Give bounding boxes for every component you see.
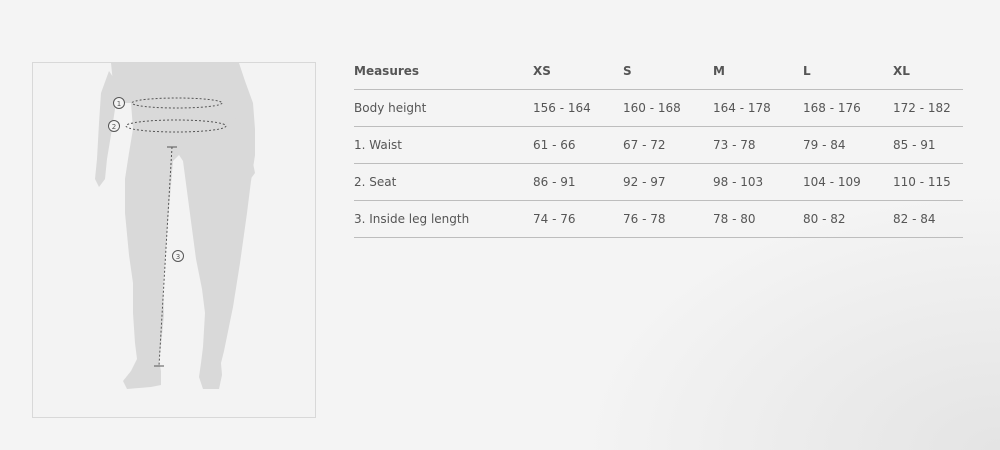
- table-row: 1. Waist 61 - 66 67 - 72 73 - 78 79 - 84…: [354, 126, 963, 164]
- marker-1: 1: [113, 97, 125, 109]
- body-silhouette: [95, 63, 255, 389]
- header-size-xs: XS: [533, 52, 623, 90]
- table-cell: 76 - 78: [623, 200, 713, 238]
- marker-3: 3: [172, 250, 184, 262]
- table-cell: 110 - 115: [893, 163, 963, 201]
- table-cell: 168 - 176: [803, 89, 893, 127]
- table-cell: 98 - 103: [713, 163, 803, 201]
- table-cell: 74 - 76: [533, 200, 623, 238]
- row-label: 3. Inside leg length: [354, 200, 533, 238]
- table-row: 3. Inside leg length 74 - 76 76 - 78 78 …: [354, 200, 963, 238]
- size-chart-table: Measures XS S M L XL Body height 156 - 1…: [354, 52, 963, 238]
- table-cell: 160 - 168: [623, 89, 713, 127]
- table-cell: 82 - 84: [893, 200, 963, 238]
- header-size-s: S: [623, 52, 713, 90]
- marker-2-label: 2: [112, 123, 116, 131]
- marker-2: 2: [108, 120, 120, 132]
- header-size-l: L: [803, 52, 893, 90]
- table-row: 2. Seat 86 - 91 92 - 97 98 - 103 104 - 1…: [354, 163, 963, 201]
- header-measures: Measures: [354, 52, 533, 90]
- row-label: Body height: [354, 89, 533, 127]
- header-size-xl: XL: [893, 52, 963, 90]
- table-cell: 172 - 182: [893, 89, 963, 127]
- table-cell: 79 - 84: [803, 126, 893, 164]
- table-header-row: Measures XS S M L XL: [354, 52, 963, 90]
- table-cell: 67 - 72: [623, 126, 713, 164]
- table-cell: 80 - 82: [803, 200, 893, 238]
- header-size-m: M: [713, 52, 803, 90]
- table-cell: 104 - 109: [803, 163, 893, 201]
- table-cell: 85 - 91: [893, 126, 963, 164]
- body-measurement-illustration: 1 2 3: [32, 62, 316, 418]
- marker-3-label: 3: [176, 253, 180, 261]
- table-cell: 78 - 80: [713, 200, 803, 238]
- table-cell: 164 - 178: [713, 89, 803, 127]
- table-cell: 73 - 78: [713, 126, 803, 164]
- table-row: Body height 156 - 164 160 - 168 164 - 17…: [354, 89, 963, 127]
- marker-1-label: 1: [117, 100, 121, 108]
- table-cell: 86 - 91: [533, 163, 623, 201]
- table-cell: 61 - 66: [533, 126, 623, 164]
- table-cell: 156 - 164: [533, 89, 623, 127]
- row-label: 2. Seat: [354, 163, 533, 201]
- table-cell: 92 - 97: [623, 163, 713, 201]
- row-label: 1. Waist: [354, 126, 533, 164]
- body-silhouette-svg: 1 2 3: [95, 63, 255, 389]
